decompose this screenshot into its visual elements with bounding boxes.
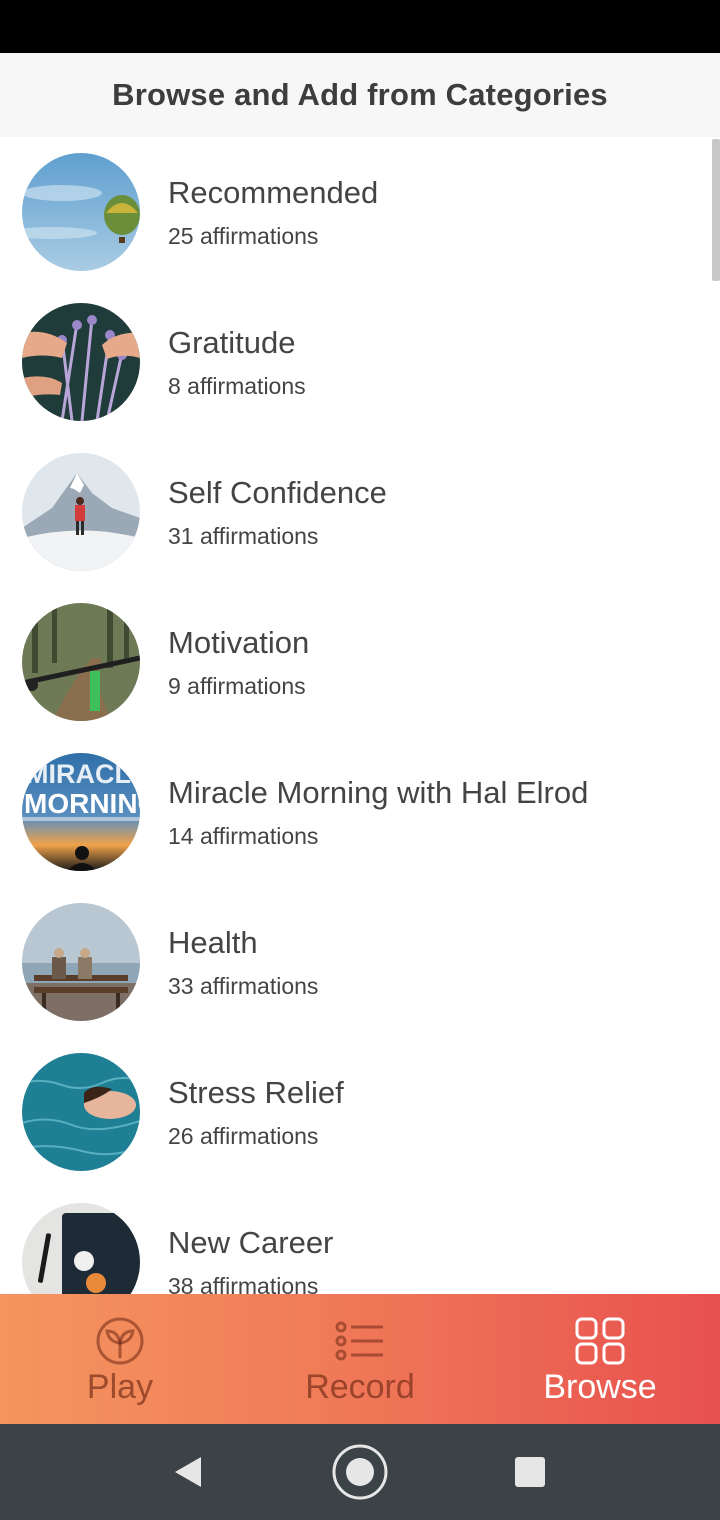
thumb-text-miracle: MIRACLE bbox=[26, 759, 140, 789]
category-count: 38 affirmations bbox=[168, 1273, 319, 1294]
bottom-tab-bar: Play Record Browse bbox=[0, 1294, 720, 1424]
category-name: Stress Relief bbox=[168, 1075, 344, 1110]
category-item-health[interactable]: Health 33 affirmations bbox=[0, 887, 710, 1037]
mountain-bike-trail-image bbox=[22, 603, 140, 721]
page-header: Browse and Add from Categories bbox=[0, 53, 720, 137]
category-name: Motivation bbox=[168, 625, 310, 660]
back-icon bbox=[175, 1457, 201, 1487]
sprout-icon bbox=[96, 1317, 144, 1365]
system-nav-bar bbox=[0, 1424, 720, 1520]
nav-back-button[interactable] bbox=[140, 1424, 236, 1520]
category-count: 9 affirmations bbox=[168, 673, 306, 699]
scrollbar[interactable] bbox=[712, 139, 720, 281]
category-count: 26 affirmations bbox=[168, 1123, 319, 1149]
grid-icon bbox=[575, 1317, 625, 1365]
category-item-recommended[interactable]: Recommended 25 affirmations bbox=[0, 137, 710, 287]
tab-play[interactable]: Play bbox=[0, 1294, 240, 1424]
miracle-morning-book-image: MIRACLE MORNING bbox=[22, 753, 140, 871]
category-name: Miracle Morning with Hal Elrod bbox=[168, 775, 589, 810]
nav-home-button[interactable] bbox=[312, 1424, 408, 1520]
tab-label: Browse bbox=[543, 1368, 657, 1406]
category-item-gratitude[interactable]: Gratitude 8 affirmations bbox=[0, 287, 710, 437]
category-count: 33 affirmations bbox=[168, 973, 319, 999]
tab-label: Play bbox=[86, 1368, 154, 1406]
couple-on-bench-image bbox=[22, 903, 140, 1021]
tab-label: Record bbox=[305, 1368, 415, 1406]
category-name: New Career bbox=[168, 1225, 334, 1260]
tab-record[interactable]: Record bbox=[240, 1294, 480, 1424]
category-item-stress-relief[interactable]: Stress Relief 26 affirmations bbox=[0, 1037, 710, 1187]
category-count: 31 affirmations bbox=[168, 523, 319, 549]
category-item-motivation[interactable]: Motivation 9 affirmations bbox=[0, 587, 710, 737]
category-item-self-confidence[interactable]: Self Confidence 31 affirmations bbox=[0, 437, 710, 587]
list-icon bbox=[335, 1321, 383, 1361]
category-count: 14 affirmations bbox=[168, 823, 319, 849]
page-title: Browse and Add from Categories bbox=[112, 77, 608, 112]
category-item-new-career[interactable]: New Career 38 affirmations bbox=[0, 1187, 710, 1294]
category-name: Gratitude bbox=[168, 325, 296, 360]
tab-browse[interactable]: Browse bbox=[480, 1294, 720, 1424]
home-icon bbox=[332, 1444, 388, 1500]
category-count: 25 affirmations bbox=[168, 223, 319, 249]
category-count: 8 affirmations bbox=[168, 373, 306, 399]
category-name: Health bbox=[168, 925, 258, 960]
thumb-text-morning: MORNING bbox=[24, 788, 140, 819]
recents-icon bbox=[515, 1457, 545, 1487]
notebook-and-pen-image bbox=[22, 1203, 140, 1294]
mountain-hiker-image bbox=[22, 453, 140, 571]
nav-recents-button[interactable] bbox=[482, 1424, 578, 1520]
category-item-miracle-morning[interactable]: MIRACLE MORNING Miracle Morning with Hal… bbox=[0, 737, 710, 887]
hands-lavender-image bbox=[22, 303, 140, 421]
hot-air-balloon-image bbox=[22, 153, 140, 271]
category-list[interactable]: Recommended 25 affirmations Gratitude 8 … bbox=[0, 137, 720, 1294]
category-name: Recommended bbox=[168, 175, 379, 210]
category-name: Self Confidence bbox=[168, 475, 387, 510]
status-bar bbox=[0, 0, 720, 53]
floating-in-water-image bbox=[22, 1053, 140, 1171]
